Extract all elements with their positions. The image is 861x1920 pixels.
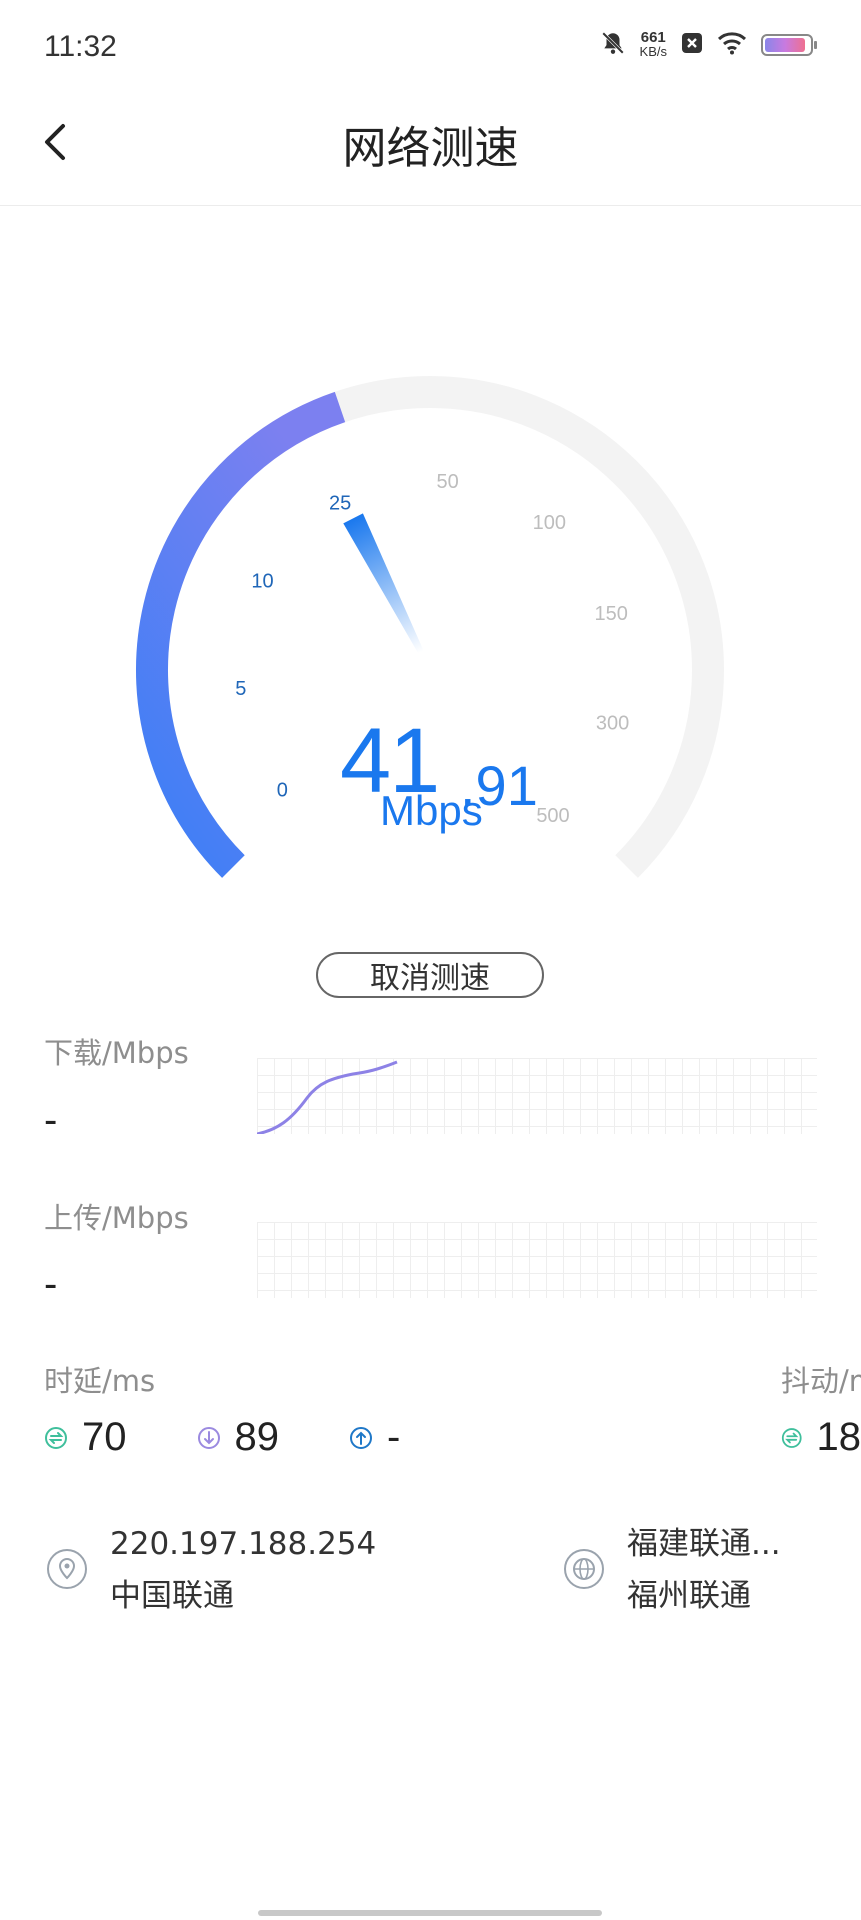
gauge-tick-label: 25 — [329, 493, 351, 515]
home-indicator — [258, 1910, 602, 1916]
wifi-icon — [717, 31, 747, 59]
mute-bell-icon — [600, 30, 626, 60]
speed-unit: Mbps — [380, 787, 483, 834]
latency-label: 时延/ms — [44, 1364, 156, 1398]
location-pin-icon — [47, 1549, 87, 1589]
page-title: 网络测速 — [342, 123, 519, 174]
gauge-tick-label: 100 — [533, 512, 566, 534]
latency-download: 89 — [197, 1415, 280, 1460]
net-speed-unit: KB/s — [639, 44, 667, 59]
upload-value: - — [44, 1262, 58, 1306]
arrow-up-circle-icon — [350, 1426, 372, 1449]
gauge-tick-label: 10 — [251, 570, 273, 592]
gauge-progress-arc — [135, 391, 346, 878]
latency-download-value: 89 — [234, 1415, 280, 1459]
upload-label: 上传/Mbps — [44, 1201, 189, 1235]
gauge-tick-label: 50 — [436, 471, 458, 493]
gauge-needle — [343, 513, 424, 654]
network-speed-indicator: 661 KB/s — [639, 29, 667, 59]
x-box-icon — [681, 32, 703, 58]
server-name: 福建联通... — [627, 1526, 781, 1562]
download-value: - — [44, 1098, 58, 1142]
latency-idle: 70 — [44, 1415, 127, 1460]
gauge-tick-label: 300 — [596, 713, 629, 735]
latency-values: 70 89 - — [44, 1415, 400, 1460]
status-icons: 661 KB/s — [600, 29, 817, 60]
header-divider — [0, 205, 861, 206]
ip-address: 220.197.188.254 — [110, 1526, 377, 1562]
net-speed-value: 661 — [640, 29, 666, 46]
gauge-tick-label: 5 — [235, 678, 246, 700]
upload-chart-grid — [257, 1222, 817, 1298]
arrow-down-circle-icon — [197, 1426, 220, 1449]
server-info[interactable]: 福建联通... 福州联通 — [563, 1518, 781, 1622]
gauge-tick-label: 0 — [277, 780, 288, 802]
gauge-tick-label: 500 — [536, 805, 569, 827]
server-text: 福建联通... 福州联通 — [627, 1518, 781, 1622]
latency-idle-value: 70 — [82, 1415, 127, 1459]
swap-circle-icon — [781, 1427, 802, 1448]
isp-name: 中国联通 — [110, 1578, 234, 1614]
cancel-test-button[interactable]: 取消测速 — [316, 952, 544, 998]
server-city: 福州联通 — [627, 1578, 751, 1614]
status-time: 11:32 — [44, 30, 117, 63]
latency-upload: - — [349, 1415, 400, 1460]
jitter-label: 抖动/m — [781, 1364, 861, 1398]
jitter-value-group: 18 — [781, 1415, 861, 1460]
battery-icon — [761, 34, 817, 56]
ip-text: 220.197.188.254 中国联通 — [110, 1518, 376, 1622]
jitter-value: 18 — [816, 1415, 861, 1459]
download-label: 下载/Mbps — [44, 1036, 189, 1070]
swap-circle-icon — [45, 1426, 67, 1449]
download-chart-line — [257, 1060, 398, 1134]
ip-info: 220.197.188.254 中国联通 — [46, 1518, 376, 1622]
globe-icon — [564, 1549, 604, 1589]
latency-upload-value: - — [387, 1415, 401, 1459]
gauge-tick-label: 150 — [595, 603, 628, 625]
